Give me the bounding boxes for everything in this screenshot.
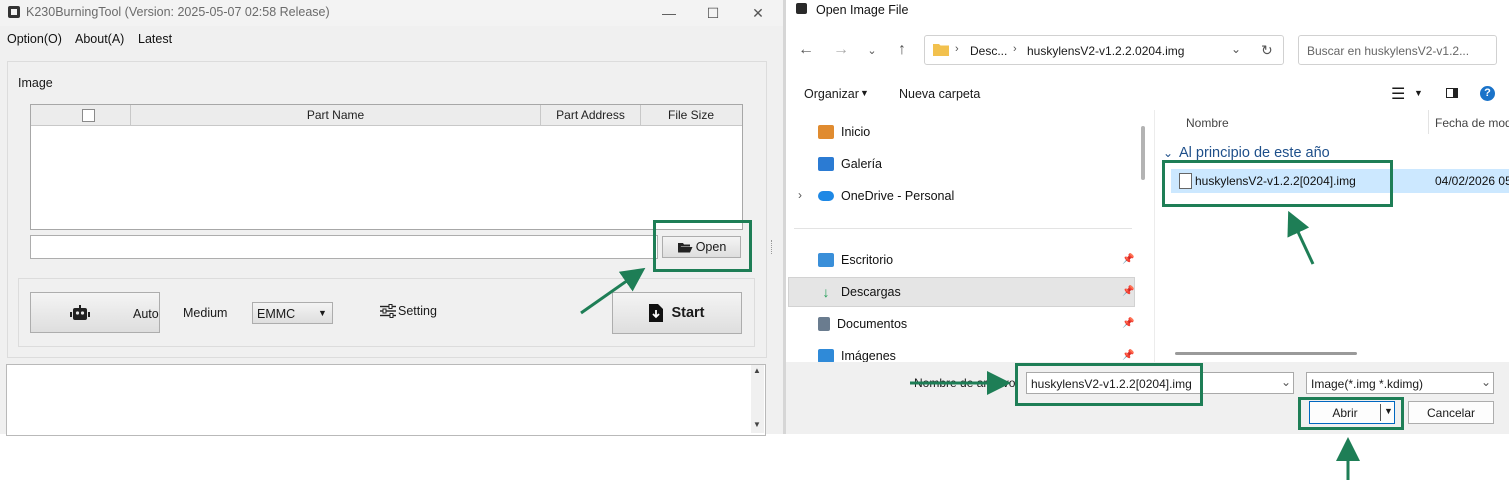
annotation-arrows xyxy=(580,210,1360,480)
arrow-to-file xyxy=(1287,210,1315,265)
arrow-to-open xyxy=(580,267,646,315)
